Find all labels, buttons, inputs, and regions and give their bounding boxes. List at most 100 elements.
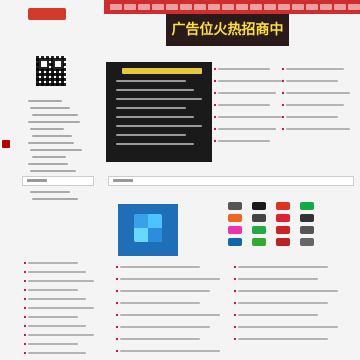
- list-item[interactable]: [28, 298, 86, 300]
- left-panel-line: [30, 191, 70, 193]
- qr-code-image: [36, 56, 66, 86]
- list-item[interactable]: [218, 80, 282, 82]
- section-tab-left[interactable]: [22, 176, 94, 186]
- list-item[interactable]: [120, 278, 220, 280]
- list-item[interactable]: [218, 68, 270, 70]
- list-item[interactable]: [218, 128, 276, 130]
- list-item[interactable]: [28, 262, 78, 264]
- list-bullet-icon: [282, 104, 284, 106]
- list-item[interactable]: [286, 68, 344, 70]
- nav-item[interactable]: [152, 4, 164, 10]
- nav-item[interactable]: [348, 4, 360, 10]
- list-item[interactable]: [218, 104, 270, 106]
- section-tab-right[interactable]: [108, 176, 354, 186]
- brand-logo[interactable]: [300, 202, 314, 210]
- list-item[interactable]: [286, 92, 350, 94]
- list-item[interactable]: [28, 325, 86, 327]
- list-bullet-icon: [116, 302, 118, 304]
- list-item[interactable]: [238, 338, 328, 340]
- list-item[interactable]: [238, 290, 338, 292]
- nav-item[interactable]: [194, 4, 206, 10]
- site-logo[interactable]: [20, 2, 80, 28]
- brand-logo[interactable]: [252, 202, 266, 210]
- nav-item[interactable]: [110, 4, 122, 10]
- nav-item[interactable]: [306, 4, 318, 10]
- list-item[interactable]: [120, 314, 220, 316]
- list-bullet-icon: [282, 68, 284, 70]
- list-item[interactable]: [120, 302, 200, 304]
- brand-logo[interactable]: [228, 214, 242, 222]
- list-item[interactable]: [238, 266, 328, 268]
- list-item[interactable]: [238, 278, 318, 280]
- list-bullet-icon: [234, 314, 236, 316]
- brand-logo[interactable]: [252, 214, 266, 222]
- list-bullet-icon: [214, 68, 216, 70]
- windows-thumbnail[interactable]: [118, 204, 178, 256]
- ad-banner[interactable]: 广告位火热招商中: [166, 14, 289, 46]
- nav-item[interactable]: [278, 4, 290, 10]
- nav-item[interactable]: [236, 4, 248, 10]
- list-bullet-icon: [116, 326, 118, 328]
- nav-item[interactable]: [222, 4, 234, 10]
- top-list: [112, 62, 352, 162]
- list-bullet-icon: [282, 80, 284, 82]
- list-bullet-icon: [24, 352, 26, 354]
- list-bullet-icon: [24, 325, 26, 327]
- brand-logo[interactable]: [300, 214, 314, 222]
- list-item[interactable]: [28, 343, 78, 345]
- nav-item[interactable]: [292, 4, 304, 10]
- list-item[interactable]: [286, 104, 344, 106]
- brand-logo[interactable]: [300, 238, 314, 246]
- brand-logo[interactable]: [252, 238, 266, 246]
- brand-logo[interactable]: [252, 226, 266, 234]
- list-item[interactable]: [120, 290, 210, 292]
- brand-logo[interactable]: [276, 214, 290, 222]
- list-bullet-icon: [116, 290, 118, 292]
- nav-item[interactable]: [334, 4, 346, 10]
- list-item[interactable]: [286, 80, 338, 82]
- list-item[interactable]: [120, 326, 210, 328]
- list-item[interactable]: [28, 334, 94, 336]
- nav-item[interactable]: [180, 4, 192, 10]
- brand-logo[interactable]: [228, 202, 242, 210]
- list-bullet-icon: [282, 128, 284, 130]
- list-item[interactable]: [28, 280, 94, 282]
- list-item[interactable]: [120, 350, 220, 352]
- list-bullet-icon: [214, 80, 216, 82]
- nav-item[interactable]: [264, 4, 276, 10]
- list-item[interactable]: [28, 289, 78, 291]
- list-item[interactable]: [28, 271, 86, 273]
- brand-logos: [228, 202, 328, 252]
- brand-logo[interactable]: [300, 226, 314, 234]
- list-item[interactable]: [218, 140, 270, 142]
- brand-logo[interactable]: [276, 238, 290, 246]
- list-bullet-icon: [24, 307, 26, 309]
- brand-logo[interactable]: [228, 226, 242, 234]
- list-item[interactable]: [218, 92, 276, 94]
- list-item[interactable]: [238, 302, 328, 304]
- list-item[interactable]: [218, 116, 282, 118]
- left-panel-line: [30, 107, 70, 109]
- list-item[interactable]: [28, 352, 86, 354]
- list-item[interactable]: [238, 314, 318, 316]
- nav-item[interactable]: [320, 4, 332, 10]
- brand-logo[interactable]: [276, 202, 290, 210]
- brand-logo[interactable]: [276, 226, 290, 234]
- list-item[interactable]: [28, 307, 94, 309]
- nav-item[interactable]: [124, 4, 136, 10]
- brand-logo[interactable]: [228, 238, 242, 246]
- nav-item[interactable]: [208, 4, 220, 10]
- list-bullet-icon: [282, 92, 284, 94]
- list-item[interactable]: [120, 338, 200, 340]
- list-item[interactable]: [28, 316, 78, 318]
- nav-item[interactable]: [138, 4, 150, 10]
- nav-item[interactable]: [250, 4, 262, 10]
- nav-item[interactable]: [166, 4, 178, 10]
- list-item[interactable]: [286, 116, 338, 118]
- list-item[interactable]: [238, 326, 338, 328]
- left-panel-line: [30, 128, 64, 130]
- list-item[interactable]: [286, 128, 350, 130]
- bottom-list: [112, 262, 352, 360]
- list-bullet-icon: [24, 334, 26, 336]
- list-item[interactable]: [120, 266, 200, 268]
